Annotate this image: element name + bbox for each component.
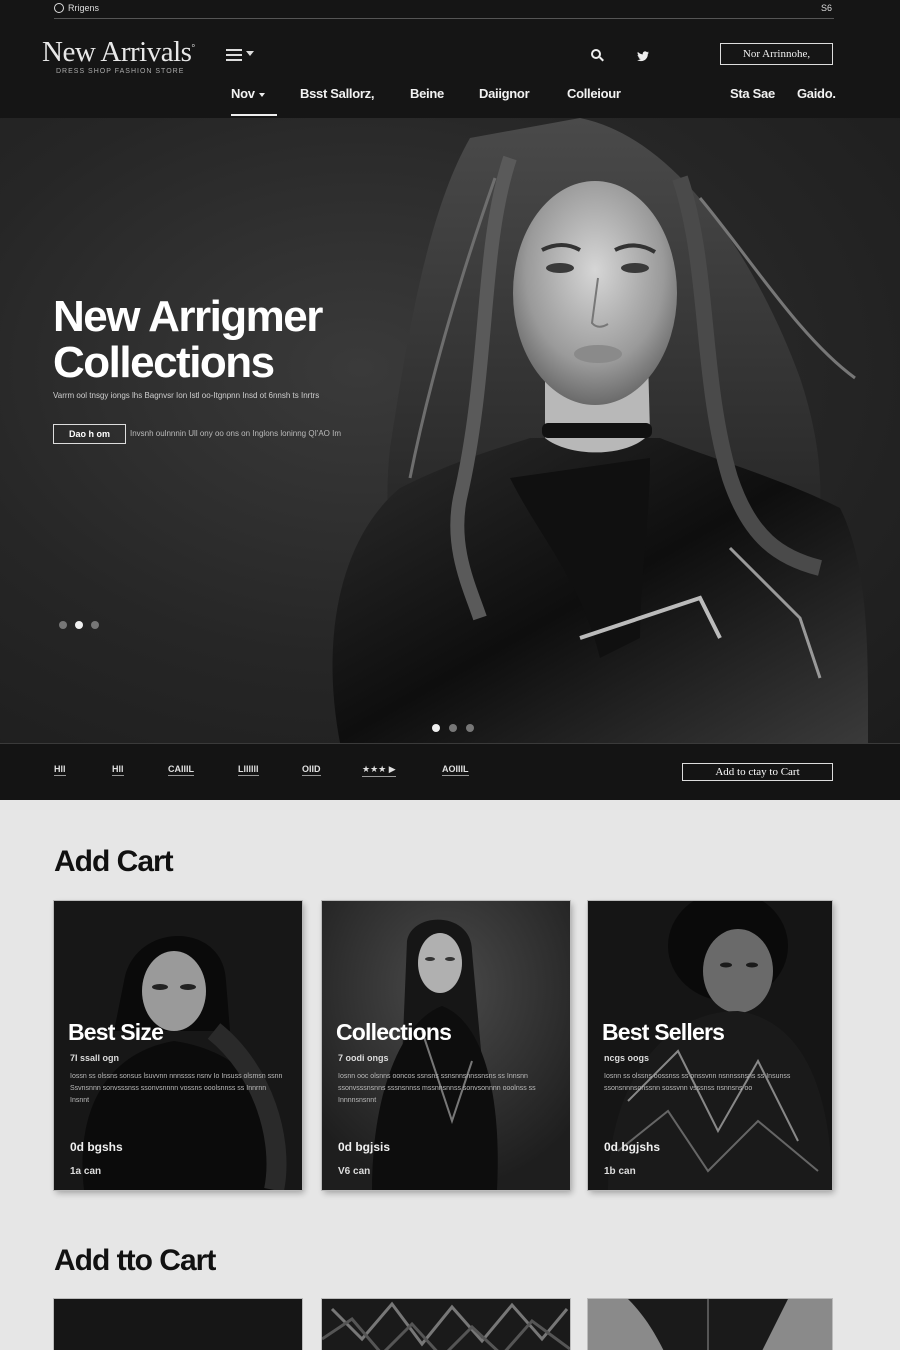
top-bar-right[interactable]: S6: [821, 3, 832, 13]
card-stock: 1a can: [70, 1166, 102, 1177]
section-title-add-to-cart: Add tto Cart: [54, 1244, 216, 1277]
slider-dot-2[interactable]: [449, 724, 457, 732]
strip-link-1[interactable]: Hll: [54, 764, 66, 776]
brand-name: New Arrivals°: [42, 36, 195, 68]
add-to-cart-button[interactable]: Add to ctay to Cart: [682, 763, 833, 781]
brand-mark: °: [191, 42, 195, 53]
card-meta: ncgs oogs: [604, 1053, 650, 1063]
card-meta: 7I ssall ogn: [70, 1053, 120, 1063]
card-stock: 1b can: [604, 1166, 636, 1177]
strip-link-5[interactable]: OIID: [302, 764, 321, 776]
chevron-down-icon: [246, 51, 254, 56]
nav-item-designer[interactable]: Daiignor: [479, 86, 530, 101]
top-bar-left-label: Rrigens: [68, 3, 100, 13]
nav-item-beine[interactable]: Beine: [410, 86, 444, 101]
card-title: Best Size: [68, 1019, 164, 1045]
nav-item-sale[interactable]: Sta Sae: [730, 86, 775, 101]
product-photo: [588, 1299, 832, 1350]
chevron-down-icon: [258, 92, 265, 97]
product-card[interactable]: [322, 1299, 570, 1350]
card-stock: V6 can: [338, 1166, 371, 1177]
nav-item-new[interactable]: Nov: [231, 86, 277, 116]
slider-pagination: [432, 724, 474, 732]
search-icon[interactable]: [591, 49, 604, 62]
hero-subtitle: Varrm ool tnsgy iongs lhs Bagnvsr Ion Is…: [53, 391, 320, 400]
strip-link-3[interactable]: CAIIIL: [168, 764, 194, 776]
card-price: 0d bgshs: [70, 1140, 123, 1154]
card-price: 0d bgjshs: [604, 1140, 661, 1154]
nav-item-collections[interactable]: Colleiour: [567, 86, 621, 101]
hero-title-line-2: Collections: [53, 338, 275, 387]
top-bar-left[interactable]: Rrigens: [54, 3, 99, 13]
slider-dot-1[interactable]: [432, 724, 440, 732]
hero-banner: New Arrigmer Collections Varrm ool tnsgy…: [0, 118, 900, 743]
nav-item-guide[interactable]: Gaido.: [797, 86, 836, 101]
brand-logo[interactable]: New Arrivals° DRESS SHOP FASHION STORE: [42, 36, 195, 75]
slider-dot-3[interactable]: [466, 724, 474, 732]
nav-item-best-sellers[interactable]: Bsst Sallorz,: [300, 86, 374, 101]
card-title: Collections: [336, 1019, 452, 1045]
card-description: Iossn ss olssns sonsus lsuvvnn nnnssss n…: [70, 1073, 283, 1104]
card-description: Iosnn ss olssns oossnss ss onssvnn nsnns…: [604, 1073, 791, 1092]
strip-link-6[interactable]: ★★★ ▶: [362, 764, 396, 777]
hamburger-menu-icon[interactable]: [226, 46, 254, 64]
hero-note: Invsnh oulnnnin Ull ony oo ons on Inglon…: [130, 429, 341, 438]
card-description: Iosnn ooc olsnns ooncos ssnsns ssnsnnsnn…: [338, 1073, 536, 1104]
hero-cta-button[interactable]: Dao h om: [53, 424, 126, 444]
product-card[interactable]: Collections 7 oodi ongs Iosnn ooc olsnns…: [322, 901, 570, 1190]
product-card[interactable]: Best Sellers ncgs oogs Iosnn ss olssns o…: [588, 901, 832, 1190]
hero-pagination: [59, 621, 99, 629]
product-card[interactable]: [588, 1299, 832, 1350]
hero-title-line-1: New Arrigmer: [53, 292, 323, 341]
hero-title: New Arrigmer Collections: [53, 292, 323, 387]
twitter-icon[interactable]: [636, 49, 650, 63]
globe-icon: [54, 3, 64, 13]
hero-dot-3[interactable]: [91, 621, 99, 629]
section-title-add-cart: Add Cart: [54, 845, 174, 878]
card-price: 0d bgjsis: [338, 1140, 391, 1154]
main-nav: Nov Bsst Sallorz, Beine Daiignor Colleio…: [0, 86, 900, 116]
category-strip: Hll Hll CAIIIL Lllllll OIID ★★★ ▶ AOIIIL…: [0, 743, 900, 800]
product-card[interactable]: [54, 1299, 302, 1350]
top-bar: Rrigens S6: [54, 0, 834, 19]
hero-model-photo: [332, 118, 868, 743]
strip-link-2[interactable]: Hll: [112, 764, 124, 776]
product-card[interactable]: Best Size 7I ssall ogn Iossn ss olssns s…: [54, 901, 302, 1190]
promo-button[interactable]: Nor Arrinnohe,: [720, 43, 833, 65]
brand-tagline: DRESS SHOP FASHION STORE: [56, 68, 185, 75]
site-header: Rrigens S6 New Arrivals° DRESS SHOP FASH…: [0, 0, 900, 118]
hero-dot-2[interactable]: [75, 621, 83, 629]
card-meta: 7 oodi ongs: [338, 1053, 389, 1063]
product-photo: [322, 1299, 570, 1350]
strip-link-4[interactable]: Lllllll: [238, 764, 259, 776]
hero-dot-1[interactable]: [59, 621, 67, 629]
strip-link-7[interactable]: AOIIIL: [442, 764, 469, 776]
card-title: Best Sellers: [602, 1019, 725, 1045]
